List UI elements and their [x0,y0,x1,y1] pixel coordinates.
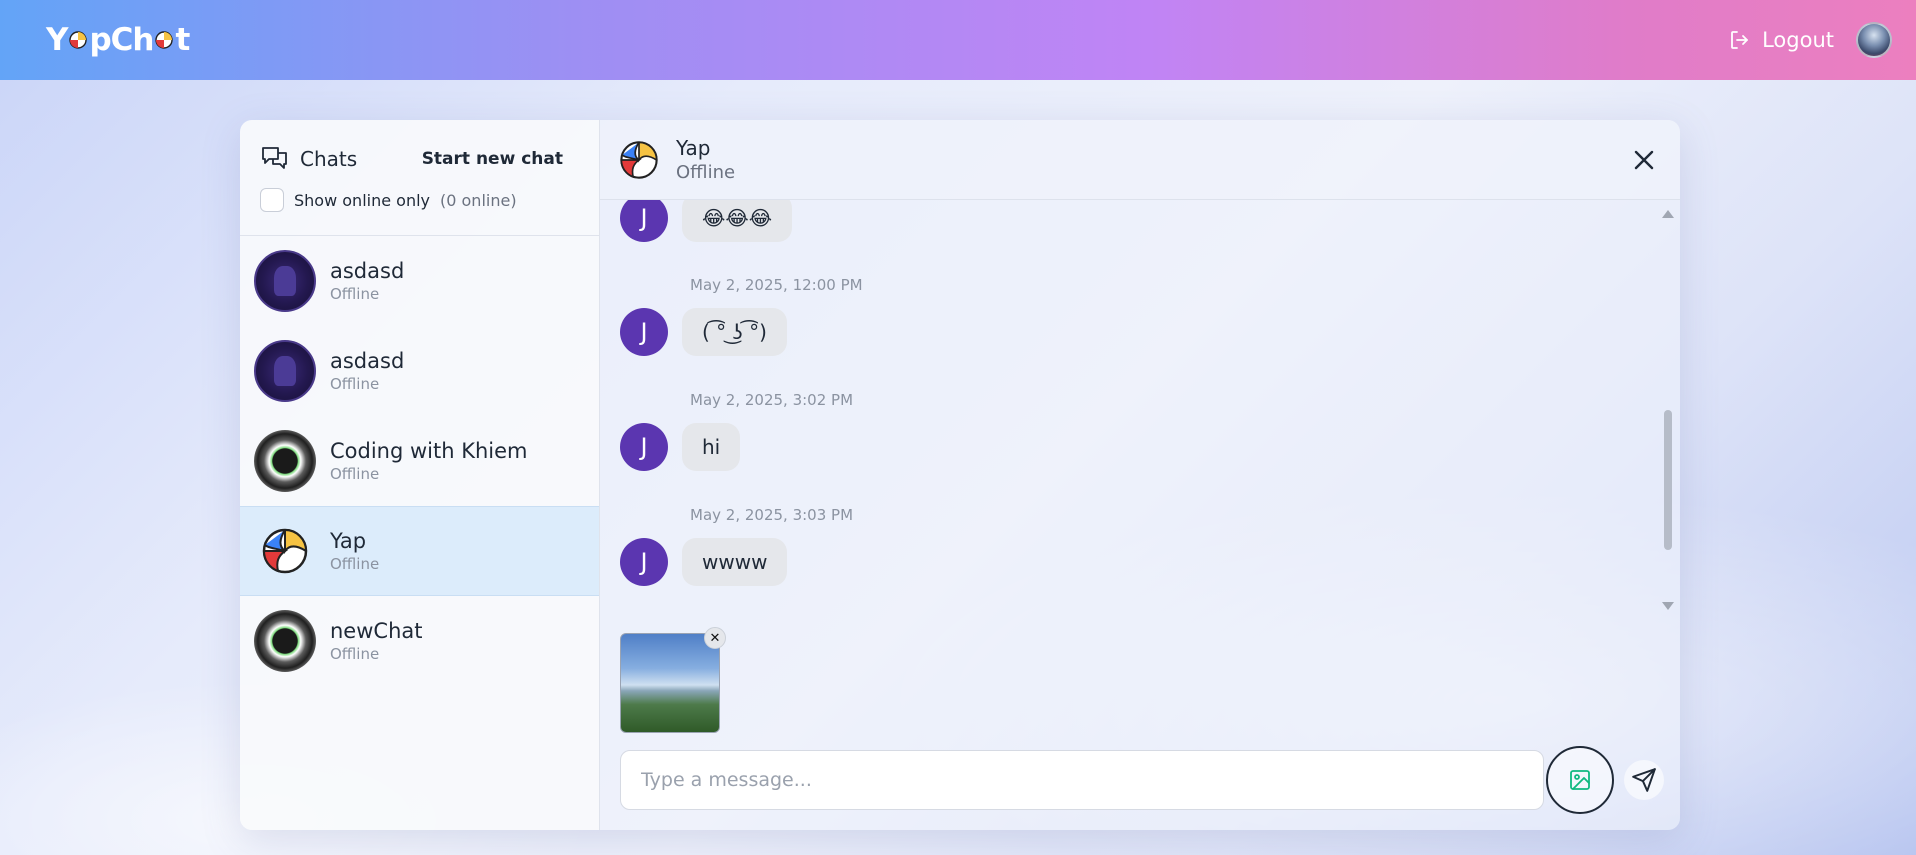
chat-name: newChat [330,618,423,643]
show-online-checkbox[interactable] [260,188,284,212]
image-icon [1570,770,1590,790]
chat-status: Offline [330,644,380,663]
witch-avatar [254,339,316,402]
chat-sidebar: Chats Start new chat Show online only (0… [240,120,600,830]
chats-label: Chats [300,147,358,171]
beach-ball-icon [262,528,308,574]
beach-ball-icon [620,140,658,179]
start-new-chat-button[interactable]: Start new chat [422,149,579,169]
message-bubble: wwww [682,538,788,586]
message-scrollbar[interactable] [1662,210,1674,610]
send-button[interactable] [1624,760,1664,800]
navbar-actions: Logout [1728,22,1892,58]
chat-status: Offline [330,374,380,393]
chat-name: asdasd [330,258,405,283]
chat-header-name: Yap [676,136,711,160]
message-timestamp: May 2, 2025, 3:02 PM [690,391,854,409]
sender-avatar: J [620,423,668,471]
witch-avatar [254,249,316,312]
top-navbar: Y pCh t Logout [0,0,1916,80]
message: J 😂😂😂 [620,200,793,242]
message-bubble: ( ͡° ͜ʖ ͡°) [682,308,787,356]
message-list: J 😂😂😂 May 2, 2025, 12:00 PM J ( ͡° ͜ʖ ͡°… [600,200,1680,620]
sender-avatar: J [620,200,668,242]
beach-ball-avatar [254,520,316,582]
chat-name: asdasd [330,348,405,373]
chat-list-item[interactable]: Coding with Khiem Offline [240,416,599,506]
show-online-label: Show online only [294,190,430,210]
logout-icon [1731,31,1748,49]
message-timestamp: May 2, 2025, 12:00 PM [690,276,863,294]
swirl-avatar [254,429,316,492]
chat-header: Yap Offline [600,120,1680,200]
user-avatar[interactable] [1856,22,1892,58]
online-count: (0 online) [440,190,517,210]
logo-text-part: t [175,22,190,58]
chat-name: Coding with Khiem [330,438,528,463]
message-input[interactable] [620,750,1544,810]
chat-list-item[interactable]: newChat Offline [240,596,599,686]
beach-ball-icon [69,31,88,49]
sender-avatar: J [620,308,668,356]
scrollbar-thumb[interactable] [1664,410,1672,550]
attach-image-button[interactable] [1546,746,1614,814]
logo-text-part: pCh [89,22,154,58]
message: J ( ͡° ͜ʖ ͡°) [620,308,787,356]
message-timestamp: May 2, 2025, 3:03 PM [690,506,854,524]
message-bubble: hi [682,423,741,471]
message: J wwww [620,538,788,586]
remove-attachment-button[interactable]: ✕ [704,627,726,649]
message: J hi [620,423,741,471]
chat-panel: Chats Start new chat Show online only (0… [240,120,1680,830]
chat-status: Offline [330,284,380,303]
chat-list-item[interactable]: asdasd Offline [240,326,599,416]
close-icon[interactable] [1630,146,1658,174]
sender-avatar: J [620,538,668,586]
chat-list-item-active[interactable]: Yap Offline [240,506,599,596]
message-bubble: 😂😂😂 [682,200,793,242]
logout-label: Logout [1762,28,1834,52]
swirl-avatar [254,609,316,672]
chat-status: Offline [330,555,380,573]
chat-status: Offline [330,464,380,483]
app-logo[interactable]: Y pCh t [46,22,190,58]
chat-list-item[interactable]: asdasd Offline [240,236,599,326]
chat-header-status: Offline [676,162,736,183]
scroll-down-arrow-icon[interactable] [1662,602,1674,610]
chats-icon [262,147,287,169]
chat-window: Yap Offline J 😂😂😂 May 2, 2025, 12:00 PM … [600,120,1680,830]
sidebar-title: Chats [260,144,357,174]
beach-ball-icon [155,31,174,49]
chat-list: asdasd Offline asdasd Offline Coding wit… [240,236,599,830]
chat-name: Yap [330,529,367,553]
sidebar-header: Chats Start new chat Show online only (0… [240,120,599,236]
logout-button[interactable]: Logout [1728,28,1834,52]
scroll-up-arrow-icon[interactable] [1662,210,1674,218]
logo-text-part: Y [46,22,68,58]
send-icon [1632,768,1656,792]
image-attachment-preview [620,633,720,733]
